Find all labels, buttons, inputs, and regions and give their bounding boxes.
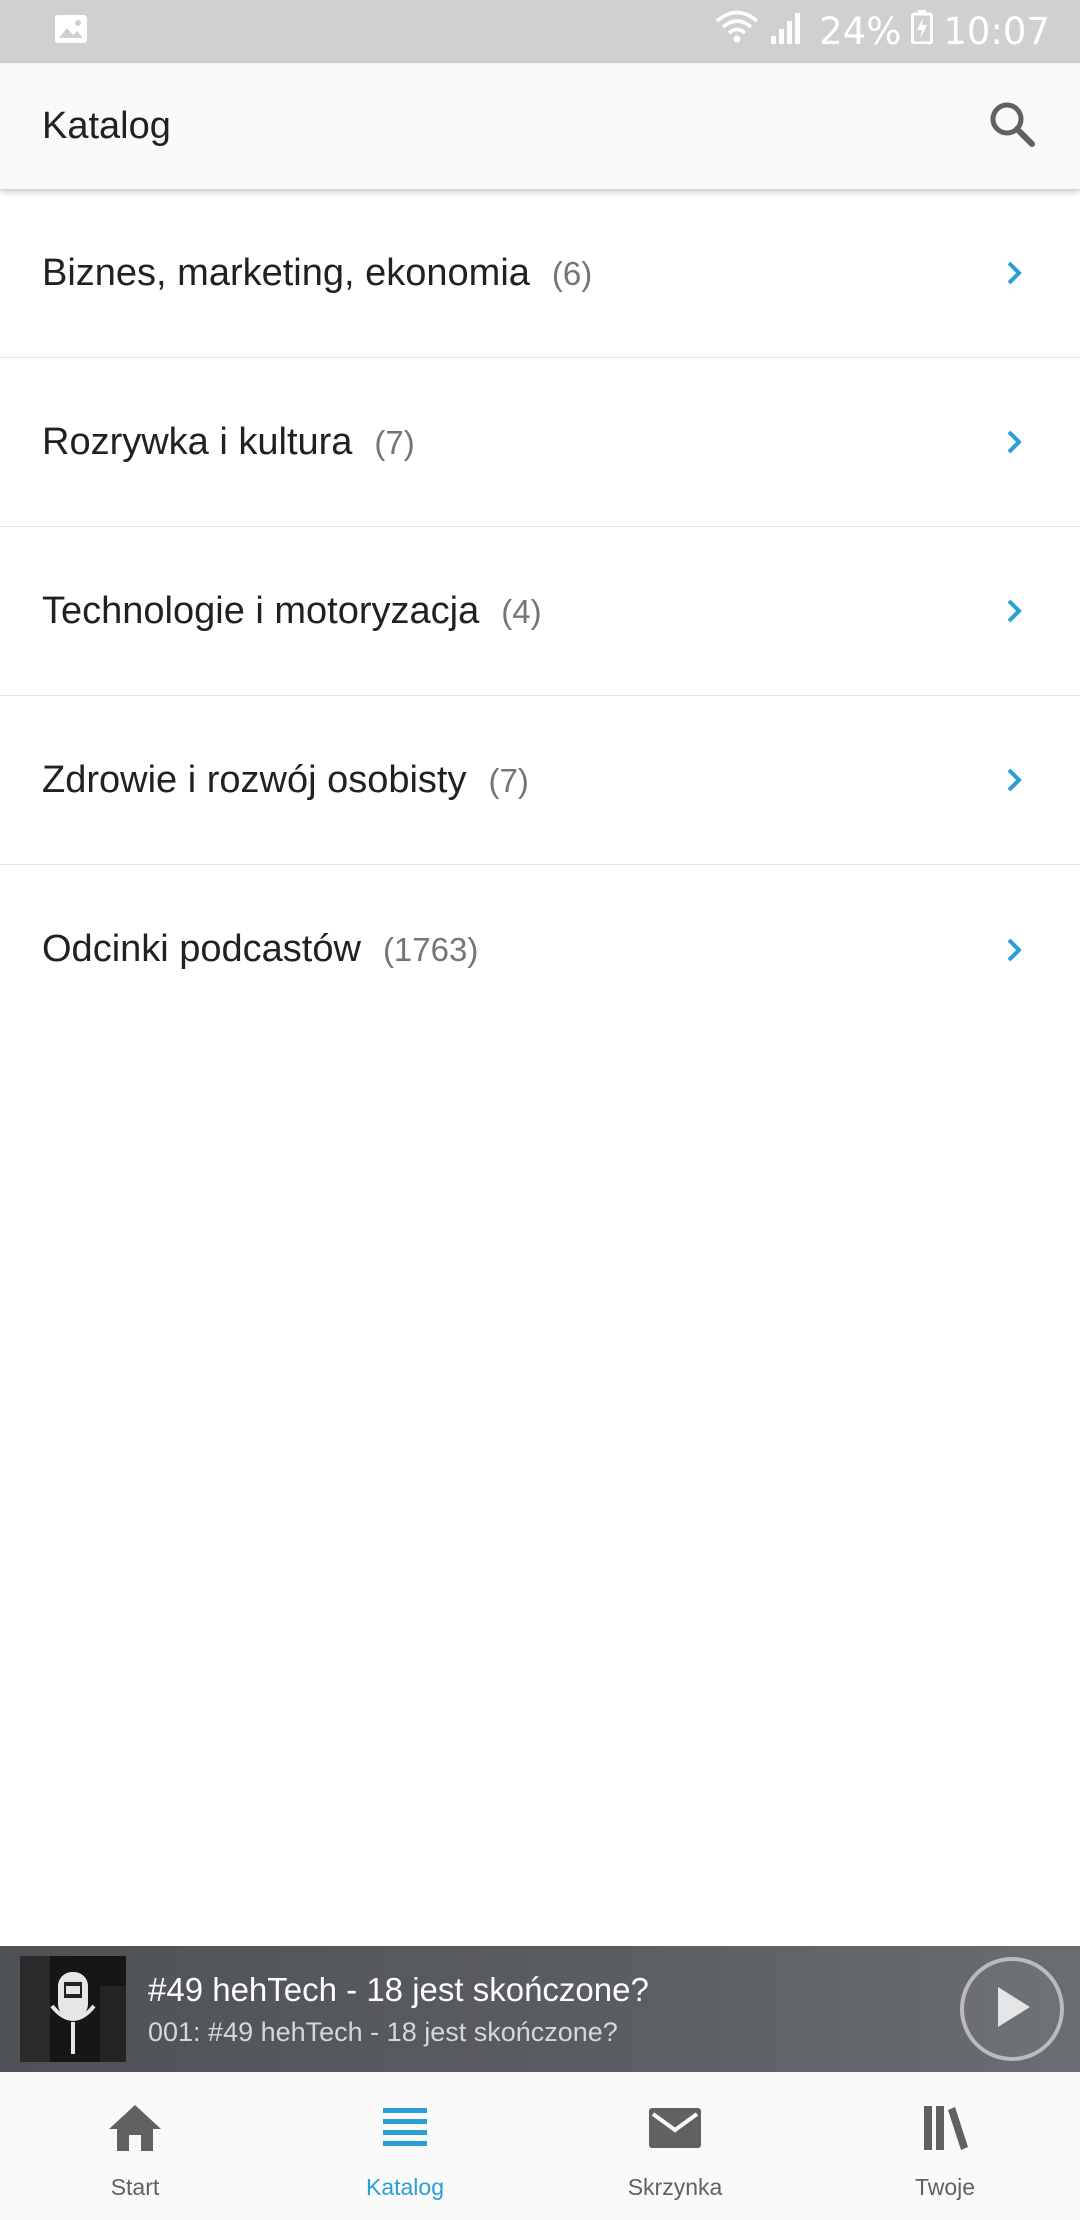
podcast-cover <box>20 1956 126 2062</box>
chevron-right-icon <box>996 255 1032 291</box>
page-title: Katalog <box>42 104 171 147</box>
library-icon <box>917 2100 973 2156</box>
nav-item-katalog[interactable]: Katalog <box>270 2072 540 2220</box>
nav-label: Start <box>110 2174 160 2200</box>
category-count: (7) <box>374 423 415 461</box>
category-label: Rozrywka i kultura <box>42 420 353 463</box>
signal-icon <box>769 10 803 53</box>
search-button[interactable] <box>982 96 1042 156</box>
track-title: #49 hehTech - 18 jest skończone? <box>148 1970 649 2008</box>
gallery-notification-icon <box>54 14 88 49</box>
nav-label: Katalog <box>365 2174 444 2200</box>
category-count: (4) <box>501 592 542 630</box>
category-label: Biznes, marketing, ekonomia <box>42 251 530 294</box>
wifi-icon <box>715 10 759 53</box>
bottom-nav: Start Katalog Skrzynka Twoje <box>0 2072 1080 2220</box>
category-item-zdrowie[interactable]: Zdrowie i rozwój osobisty (7) <box>0 696 1080 865</box>
chevron-right-icon <box>996 424 1032 460</box>
nav-item-start[interactable]: Start <box>0 2072 270 2220</box>
category-item-biznes[interactable]: Biznes, marketing, ekonomia (6) <box>0 189 1080 358</box>
category-count: (7) <box>488 761 529 799</box>
mail-icon <box>647 2100 703 2156</box>
chevron-right-icon <box>996 932 1032 968</box>
category-list: Biznes, marketing, ekonomia (6) Rozrywka… <box>0 189 1080 1034</box>
category-label: Technologie i motoryzacja <box>42 589 480 632</box>
search-icon <box>986 98 1038 155</box>
category-count: (1763) <box>382 931 479 968</box>
status-time: 10:07 <box>943 10 1050 53</box>
category-label: Odcinki podcastów <box>42 928 361 970</box>
status-bar: 24% 10:07 <box>0 0 1080 63</box>
chevron-right-icon <box>996 762 1032 798</box>
track-subtitle: 001: #49 hehTech - 18 jest skończone? <box>148 2016 618 2047</box>
battery-charging-icon <box>911 10 934 53</box>
category-item-technologie[interactable]: Technologie i motoryzacja (4) <box>0 527 1080 696</box>
list-icon <box>377 2100 433 2156</box>
category-item-odcinki[interactable]: Odcinki podcastów (1763) <box>0 865 1080 1034</box>
category-label: Zdrowie i rozwój osobisty <box>42 758 467 801</box>
chevron-right-icon <box>996 593 1032 629</box>
nav-item-twoje[interactable]: Twoje <box>810 2072 1080 2220</box>
battery-percent: 24% <box>819 10 902 53</box>
play-icon <box>990 1983 1034 2036</box>
play-button[interactable] <box>960 1957 1064 2061</box>
category-count: (6) <box>551 254 593 292</box>
category-item-rozrywka[interactable]: Rozrywka i kultura (7) <box>0 358 1080 527</box>
nav-item-skrzynka[interactable]: Skrzynka <box>540 2072 810 2220</box>
nav-label: Twoje <box>914 2174 976 2200</box>
nav-label: Skrzynka <box>627 2174 723 2200</box>
mini-player[interactable]: #49 hehTech - 18 jest skończone? 001: #4… <box>0 1946 1080 2072</box>
home-icon <box>107 2100 163 2156</box>
app-bar: Katalog <box>0 63 1080 189</box>
